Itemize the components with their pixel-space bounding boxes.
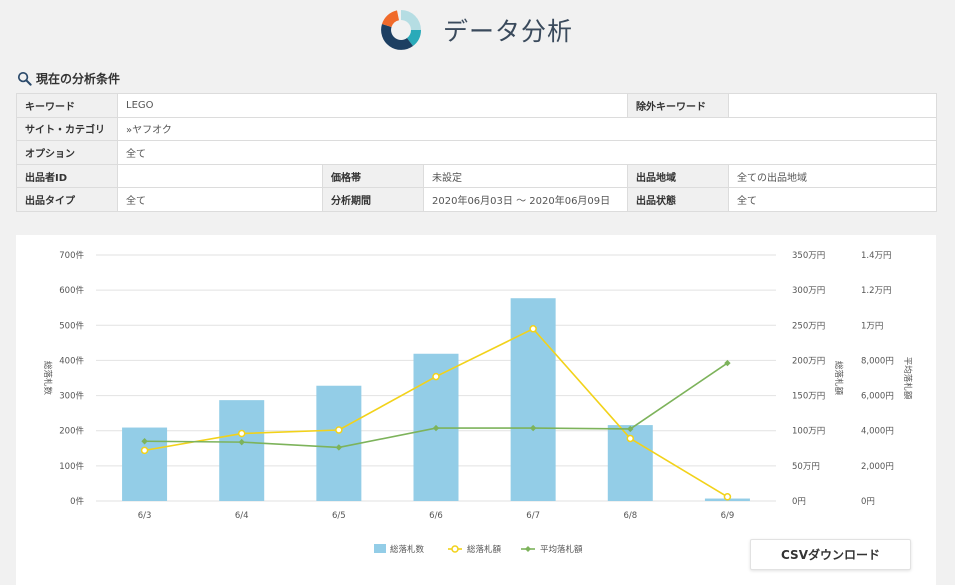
conditions-heading: 現在の分析条件 xyxy=(17,68,120,88)
page-header: データ分析 xyxy=(0,0,955,58)
y-left-tick-label: 300件 xyxy=(59,391,84,402)
y-right2-tick-label: 1.2万円 xyxy=(861,286,892,296)
y-left-tick-label: 0件 xyxy=(70,496,84,507)
y-right2-tick-label: 0円 xyxy=(861,497,875,507)
y-left-tick-label: 500件 xyxy=(59,320,84,331)
legend-label: 総落札額 xyxy=(467,544,502,555)
y-right2-tick-label: 2,000円 xyxy=(861,462,894,472)
y-right2-tick-label: 4,000円 xyxy=(861,427,894,437)
table-row: サイト・カテゴリ »ヤフオク xyxy=(16,116,938,142)
point-total-amount xyxy=(723,493,732,501)
y-right1-tick-label: 100万円 xyxy=(792,427,825,437)
point-total-amount xyxy=(335,426,343,434)
legend-label: 平均落札額 xyxy=(540,544,583,555)
region-label: 出品地域 xyxy=(627,163,730,189)
x-tick-label: 6/5 xyxy=(332,511,346,521)
site-category-value: »ヤフオク xyxy=(116,116,938,142)
x-tick-label: 6/9 xyxy=(721,511,735,521)
x-tick-label: 6/6 xyxy=(429,511,443,521)
y-right2-tick-label: 1万円 xyxy=(861,321,883,331)
y-left-tick-label: 700件 xyxy=(59,250,84,261)
option-value: 全て xyxy=(116,140,938,165)
y-right2-tick-label: 1.4万円 xyxy=(861,251,892,261)
price-range-value: 未設定 xyxy=(422,163,629,189)
y-left-axis-title: 総落札数 xyxy=(42,361,53,396)
y-right1-tick-label: 0円 xyxy=(792,497,806,507)
chart-card: 0件 0円 0円 100件 50万円 2,000円 200件 100万円 4,000円 300件 1… xyxy=(16,235,936,585)
price-range-label: 価格帯 xyxy=(322,163,424,189)
x-tick-label: 6/7 xyxy=(526,511,540,521)
legend-label: 総落札数 xyxy=(390,544,425,555)
bar-total-count xyxy=(219,400,265,501)
y-right1-tick-label: 150万円 xyxy=(792,392,825,402)
point-total-amount xyxy=(140,446,149,455)
seller-id-value xyxy=(117,163,323,189)
bar-total-count xyxy=(316,385,362,501)
y-right1-tick-label: 350万円 xyxy=(792,251,825,261)
region-value: 全ての出品地域 xyxy=(728,163,938,189)
page-title: データ分析 xyxy=(443,17,574,46)
y-right1-tick-label: 200万円 xyxy=(792,356,825,366)
listing-type-value: 全て xyxy=(117,187,323,212)
point-total-amount xyxy=(237,429,246,438)
point-total-amount xyxy=(432,372,440,381)
table-row: 出品者ID 価格帯 未設定 出品地域 全ての出品地域 xyxy=(16,163,938,189)
x-tick-label: 6/3 xyxy=(138,511,152,521)
y-left-tick-label: 200件 xyxy=(59,426,84,437)
y-left-tick-label: 600件 xyxy=(59,285,84,296)
y-left-tick-label: 400件 xyxy=(59,355,84,366)
point-total-amount xyxy=(529,325,537,333)
point-total-amount xyxy=(626,434,635,443)
y-right1-tick-label: 300万円 xyxy=(792,286,825,296)
listing-state-label: 出品状態 xyxy=(627,187,730,212)
y-right2-tick-label: 6,000円 xyxy=(861,392,894,402)
exclude-keyword-label: 除外キーワード xyxy=(627,93,730,118)
search-icon xyxy=(17,71,32,86)
period-value: 2020年06月03日 ～ 2020年06月09日 xyxy=(422,187,629,212)
y-left-tick-label: 100件 xyxy=(59,461,84,472)
x-tick-label: 6/4 xyxy=(235,511,249,521)
sales-chart: 0件 0円 0円 100件 50万円 2,000円 200件 100万円 4,000円 300件 1… xyxy=(42,250,913,555)
y-right1-axis-title: 総落札額 xyxy=(833,361,844,396)
csv-download-button[interactable]: CSVダウンロード xyxy=(750,539,911,570)
conditions-table: キーワード LEGO 除外キーワード サイト・カテゴリ »ヤフオク オプション … xyxy=(16,93,938,212)
y-right1-tick-label: 250万円 xyxy=(792,321,825,331)
table-row: キーワード LEGO 除外キーワード xyxy=(16,93,938,118)
legend-swatch-total-point xyxy=(451,545,459,553)
keyword-value: LEGO xyxy=(116,93,629,118)
period-label: 分析期間 xyxy=(322,187,424,212)
table-row: 出品タイプ 全て 分析期間 2020年06月03日 ～ 2020年06月09日 … xyxy=(16,187,938,212)
seller-id-label: 出品者ID xyxy=(16,163,118,189)
x-tick-label: 6/8 xyxy=(623,511,637,521)
listing-type-label: 出品タイプ xyxy=(16,187,118,212)
y-right2-tick-label: 8,000円 xyxy=(861,356,894,366)
site-category-label: サイト・カテゴリ xyxy=(16,116,118,142)
y-right2-axis-title: 平均落札額 xyxy=(902,357,913,400)
legend-swatch-average-point xyxy=(525,546,531,552)
table-row: オプション 全て xyxy=(16,140,938,165)
keyword-label: キーワード xyxy=(16,93,118,118)
legend-swatch-bar xyxy=(374,544,386,553)
y-right1-tick-label: 50万円 xyxy=(792,462,820,472)
donut-chart-logo-icon xyxy=(381,10,421,50)
exclude-keyword-value xyxy=(728,93,938,118)
listing-state-value: 全て xyxy=(728,187,938,212)
option-label: オプション xyxy=(16,140,118,165)
conditions-heading-label: 現在の分析条件 xyxy=(36,71,121,86)
